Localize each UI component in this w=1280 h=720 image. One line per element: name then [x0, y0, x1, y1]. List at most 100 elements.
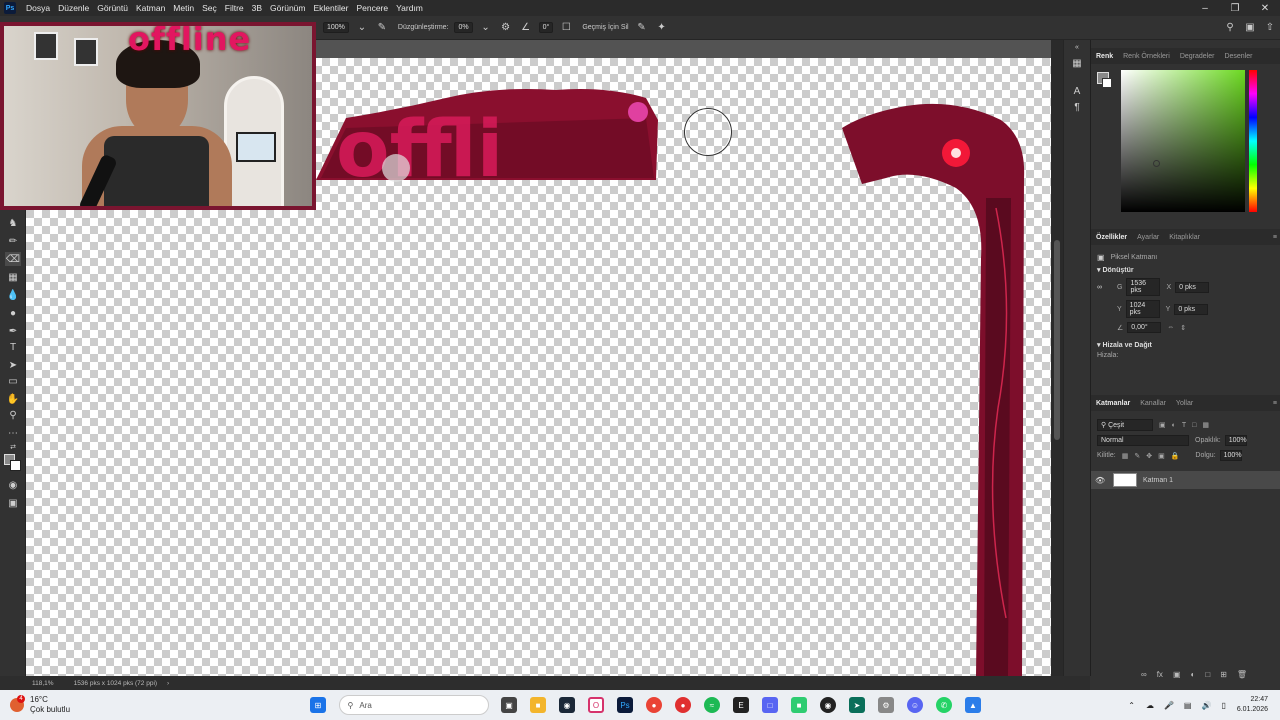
color-picker-field[interactable]: [1121, 70, 1245, 212]
fx-icon[interactable]: fx: [1157, 670, 1163, 679]
lock-pixels-icon[interactable]: ✎: [1134, 452, 1140, 460]
lock-transparent-icon[interactable]: ▦: [1122, 452, 1129, 460]
app-icon[interactable]: ■: [791, 697, 807, 713]
opera-icon[interactable]: O: [588, 697, 604, 713]
chevron-down-icon[interactable]: ⌄: [480, 22, 492, 34]
layer-name[interactable]: Katman 1: [1143, 477, 1173, 484]
menu-3d[interactable]: 3B: [248, 3, 266, 13]
close-icon[interactable]: ✕: [1250, 3, 1280, 14]
paragraph-panel-icon[interactable]: ¶: [1070, 100, 1084, 114]
gradient-tool-icon[interactable]: ▦: [5, 270, 21, 284]
filter-type-icon[interactable]: T: [1182, 422, 1186, 429]
settings-icon[interactable]: ⚙: [878, 697, 894, 713]
character-panel-icon[interactable]: A: [1070, 84, 1084, 98]
width-field[interactable]: 1536 pks: [1126, 278, 1161, 296]
add-mask-icon[interactable]: ▣: [1173, 670, 1181, 679]
obs-icon[interactable]: ◉: [820, 697, 836, 713]
link-layers-icon[interactable]: ∞: [1141, 670, 1147, 679]
filter-pixel-icon[interactable]: ▣: [1159, 421, 1166, 429]
y-field[interactable]: 0 pks: [1174, 303, 1209, 315]
menu-type[interactable]: Metin: [169, 3, 198, 13]
tab-layers[interactable]: Katmanlar: [1091, 400, 1135, 407]
steam-icon[interactable]: ◉: [559, 697, 575, 713]
app-icon[interactable]: ➤: [849, 697, 865, 713]
history-panel-icon[interactable]: ▦: [1070, 56, 1084, 70]
dodge-tool-icon[interactable]: ●: [5, 306, 21, 320]
chevron-down-icon[interactable]: ⌄: [356, 22, 368, 34]
menu-edit[interactable]: Düzenle: [54, 3, 93, 13]
opacity-field[interactable]: 100%: [323, 22, 349, 33]
eye-icon[interactable]: 👁: [1095, 476, 1107, 485]
spotify-icon[interactable]: ≈: [704, 697, 720, 713]
pen-tool-icon[interactable]: ✒: [5, 324, 21, 338]
swap-colors-icon[interactable]: ⇄: [5, 440, 21, 454]
menu-filter[interactable]: Filtre: [221, 3, 248, 13]
record-app-icon[interactable]: ●: [675, 697, 691, 713]
eraser-tool-icon[interactable]: ⌫: [5, 252, 21, 266]
lock-artboard-icon[interactable]: ▣: [1158, 452, 1165, 460]
collapse-arrows-icon[interactable]: «: [1070, 40, 1084, 54]
weather-widget[interactable]: 4 16°C Çok bulutlu: [10, 695, 270, 715]
network-icon[interactable]: ▤: [1184, 701, 1192, 710]
workspace-icon[interactable]: ▣: [1244, 22, 1256, 34]
height-field[interactable]: 1024 pks: [1125, 300, 1160, 318]
taskbar-search[interactable]: ⚲ Ara: [338, 695, 489, 715]
panel-background-swatch[interactable]: [1102, 78, 1112, 88]
angle-field[interactable]: 0°: [538, 22, 554, 33]
rectangle-tool-icon[interactable]: ▭: [5, 374, 21, 388]
whatsapp-icon[interactable]: ✆: [936, 697, 952, 713]
blur-tool-icon[interactable]: 💧: [5, 288, 21, 302]
rotation-field[interactable]: 0,00°: [1127, 322, 1162, 333]
flip-horizontal-icon[interactable]: ⇔: [1167, 324, 1174, 331]
minimize-icon[interactable]: –: [1190, 3, 1220, 14]
smoothing-field[interactable]: 0%: [454, 22, 473, 33]
panel-menu-icon[interactable]: ≡: [1273, 400, 1280, 407]
hue-slider[interactable]: [1249, 70, 1257, 212]
filter-smart-icon[interactable]: ▦: [1202, 421, 1209, 429]
screen-mode-icon[interactable]: ▣: [5, 496, 21, 510]
new-group-icon[interactable]: □: [1205, 670, 1210, 679]
volume-icon[interactable]: 🔊: [1201, 701, 1211, 710]
tray-app-icon[interactable]: ☁: [1146, 701, 1154, 710]
chevron-up-icon[interactable]: ⌃: [1128, 701, 1135, 710]
layer-filter-select[interactable]: ⚲ Çeşit: [1097, 419, 1153, 431]
tab-libraries[interactable]: Kitaplıklar: [1164, 234, 1205, 241]
epic-games-icon[interactable]: E: [733, 697, 749, 713]
layer-opacity-field[interactable]: 100%: [1224, 435, 1247, 446]
gear-icon[interactable]: ⚙: [500, 22, 512, 34]
tab-channels[interactable]: Kanallar: [1135, 400, 1171, 407]
menu-help[interactable]: Yardım: [392, 3, 427, 13]
pressure-opacity-icon[interactable]: ✎: [376, 22, 388, 34]
file-explorer-icon[interactable]: ■: [530, 697, 546, 713]
erase-to-history-label[interactable]: Geçmiş İçin Sil: [582, 24, 628, 31]
menu-view[interactable]: Görünüm: [266, 3, 309, 13]
blend-mode-select[interactable]: Normal: [1097, 435, 1189, 446]
lock-all-icon[interactable]: 🔒: [1171, 452, 1180, 460]
menu-select[interactable]: Seç: [198, 3, 221, 13]
delete-layer-icon[interactable]: 🗑: [1237, 670, 1247, 679]
color-picker-handle[interactable]: [1153, 160, 1160, 167]
zoom-tool-icon[interactable]: ⚲: [5, 408, 21, 422]
windows-start-icon[interactable]: ⊞: [310, 697, 326, 713]
share-icon[interactable]: ⇧: [1264, 22, 1276, 34]
app-icon[interactable]: ▲: [965, 697, 981, 713]
layer-item[interactable]: 👁 Katman 1: [1091, 471, 1280, 489]
document-info[interactable]: 1536 pks x 1024 pks (72 ppi): [74, 680, 157, 687]
history-brush-icon[interactable]: ✏: [5, 234, 21, 248]
background-color-swatch[interactable]: [10, 460, 21, 471]
symmetry-icon[interactable]: ✦: [656, 22, 668, 34]
adjustment-layer-icon[interactable]: ◐: [1191, 670, 1196, 679]
restore-icon[interactable]: ❐: [1220, 3, 1250, 14]
chrome-icon[interactable]: ●: [646, 697, 662, 713]
link-icon[interactable]: ∞: [1097, 284, 1111, 291]
photoshop-task-icon[interactable]: Ps: [617, 697, 633, 713]
menu-layer[interactable]: Katman: [132, 3, 169, 13]
menu-window[interactable]: Pencere: [352, 3, 392, 13]
hand-tool-icon[interactable]: ✋: [5, 392, 21, 406]
menu-plugins[interactable]: Eklentiler: [309, 3, 352, 13]
clock[interactable]: 22:47 6.01.2026: [1237, 695, 1268, 715]
battery-icon[interactable]: ▯: [1221, 701, 1225, 710]
app-icon[interactable]: □: [762, 697, 778, 713]
flip-vertical-icon[interactable]: ⇕: [1180, 324, 1186, 332]
chevron-right-icon[interactable]: ›: [167, 680, 169, 687]
